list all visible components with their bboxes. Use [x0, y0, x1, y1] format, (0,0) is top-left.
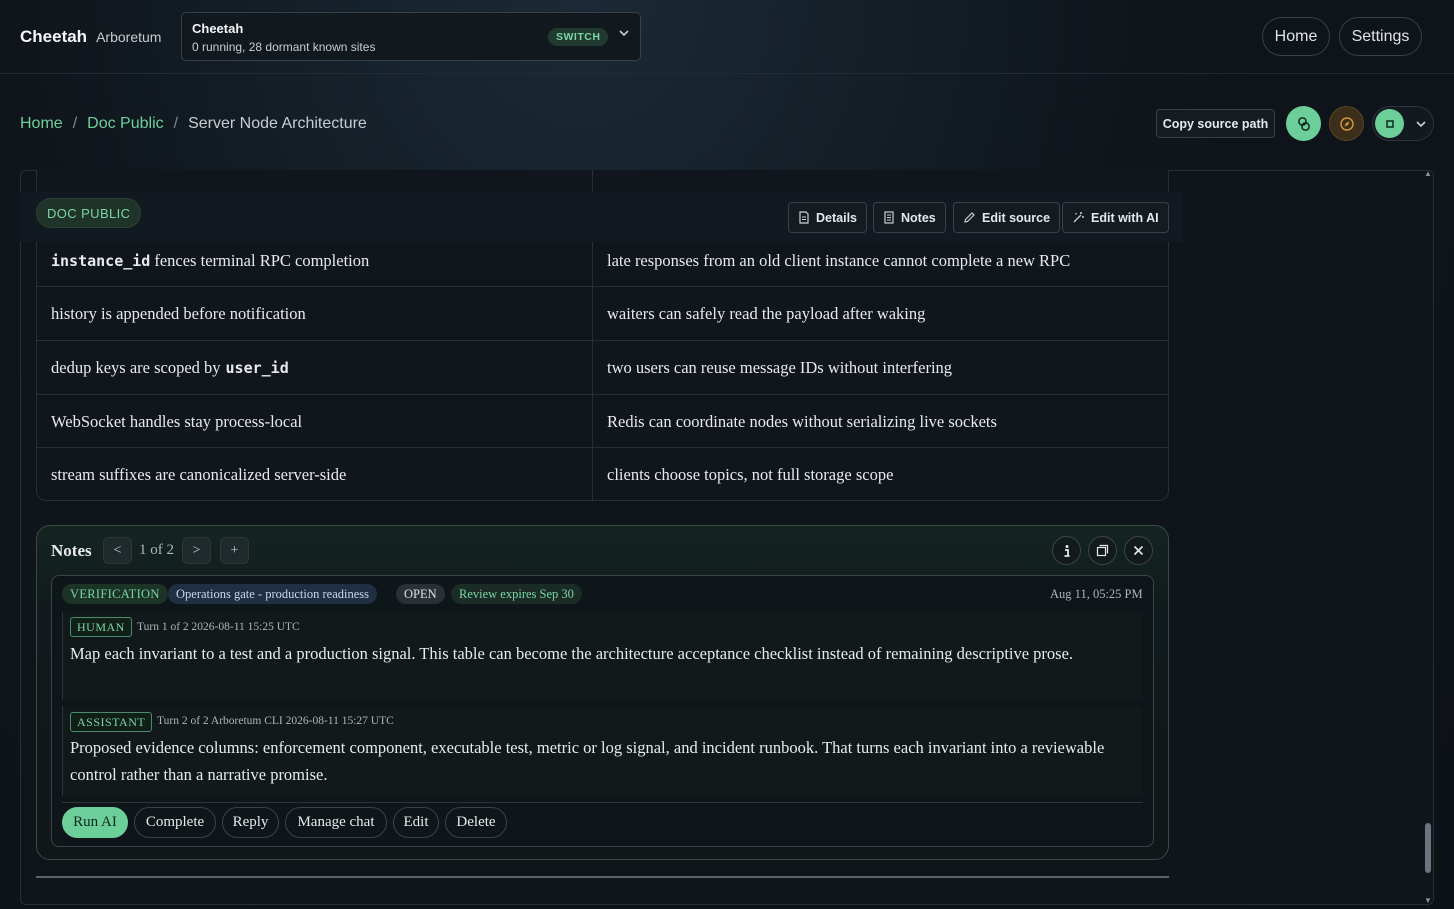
table-cell: waiters can safely read the payload afte…: [607, 303, 926, 323]
table-cell: WebSocket handles stay process-local: [51, 411, 303, 431]
role-tag-human: HUMAN: [70, 617, 132, 637]
table-cell: history is appended before notification: [51, 303, 306, 323]
add-note-button[interactable]: +: [220, 537, 249, 564]
note-pager-text: 1 of 2: [139, 542, 174, 558]
copy-icon[interactable]: [1088, 536, 1117, 565]
run-ai-button[interactable]: Run AI: [62, 807, 128, 838]
site-switcher[interactable]: Cheetah 0 running, 28 dormant known site…: [181, 12, 641, 61]
edit-with-ai-button[interactable]: Edit with AI: [1062, 202, 1169, 233]
note-date: Aug 11, 05:25 PM: [1050, 587, 1143, 601]
details-button[interactable]: Details: [788, 202, 867, 233]
cell-text: dedup keys are scoped by: [51, 357, 221, 377]
scrollbar-thumb[interactable]: [1425, 823, 1431, 873]
role-tag-assistant: ASSISTANT: [70, 712, 153, 732]
table-cell: dedup keys are scoped by user_id: [51, 341, 289, 394]
table-cell: Redis can coordinate nodes without seria…: [607, 411, 997, 431]
previous-note-button[interactable]: <: [103, 537, 132, 564]
brand-subtitle: Arboretum: [96, 29, 162, 45]
table-row: WebSocket handles stay process-local Red…: [36, 394, 1169, 448]
edit-button[interactable]: Edit: [393, 807, 439, 838]
site-status: 0 running, 28 dormant known sites: [192, 40, 376, 54]
inline-code: instance_id: [51, 251, 151, 270]
breadcrumb-doc-public-link[interactable]: Doc Public: [87, 115, 163, 133]
review-expiry-tag: Review expires Sep 30: [451, 584, 582, 604]
verification-tag: VERIFICATION: [62, 584, 168, 604]
turn-text: Proposed evidence columns: enforcement c…: [70, 738, 1105, 784]
table-cell: stream suffixes are canonicalized server…: [51, 464, 347, 484]
compass-icon[interactable]: [1329, 106, 1364, 141]
pencil-icon: [963, 211, 976, 224]
divider: [62, 802, 1143, 803]
breadcrumb: Home / Doc Public / Server Node Architec…: [20, 115, 367, 133]
status-badge: OPEN: [396, 584, 445, 604]
edit-with-ai-label: Edit with AI: [1091, 210, 1159, 225]
link-icon[interactable]: [1286, 106, 1321, 141]
table-cell: two users can reuse message IDs without …: [607, 357, 953, 377]
cell-text: fences terminal RPC completion: [154, 250, 370, 270]
manage-chat-button[interactable]: Manage chat: [285, 807, 387, 838]
notes-button[interactable]: Notes: [873, 202, 946, 233]
brand[interactable]: Cheetah Arboretum: [20, 27, 161, 47]
divider: [36, 876, 1169, 878]
operations-gate-tag[interactable]: Operations gate - production readiness: [168, 584, 377, 604]
notes-title: Notes: [51, 541, 92, 560]
table-cell: clients choose topics, not full storage …: [607, 464, 894, 484]
table-row: dedup keys are scoped by user_id two user…: [36, 340, 1169, 394]
scroll-up-arrow-icon[interactable]: ▲: [1424, 169, 1432, 178]
chevron-down-icon: [1415, 118, 1427, 130]
info-icon[interactable]: [1052, 536, 1081, 565]
edit-source-button[interactable]: Edit source: [953, 202, 1061, 233]
scroll-down-arrow-icon[interactable]: ▼: [1424, 896, 1432, 905]
copy-source-path-button[interactable]: Copy source path: [1156, 109, 1275, 138]
breadcrumb-current: Server Node Architecture: [188, 115, 367, 132]
complete-button[interactable]: Complete: [134, 807, 216, 838]
notes-icon: [883, 211, 895, 224]
nav-settings-button[interactable]: Settings: [1339, 17, 1422, 56]
details-label: Details: [816, 210, 857, 225]
magic-wand-icon: [1072, 211, 1085, 224]
switch-badge[interactable]: SWITCH: [548, 28, 609, 46]
nav-home-button[interactable]: Home: [1262, 17, 1330, 56]
document-icon: [798, 211, 810, 224]
stop-icon: [1375, 109, 1404, 138]
chevron-down-icon[interactable]: [618, 27, 630, 39]
delete-button[interactable]: Delete: [445, 807, 507, 838]
breadcrumb-separator: /: [173, 115, 179, 132]
table-row: stream suffixes are canonicalized server…: [36, 447, 1169, 501]
brand-name: Cheetah: [20, 27, 88, 46]
turn-meta: Turn 1 of 2 2026-08-11 15:25 UTC: [137, 621, 300, 633]
turn-meta: Turn 2 of 2 Arboretum CLI 2026-08-11 15:…: [157, 715, 394, 727]
reply-button[interactable]: Reply: [222, 807, 279, 838]
close-icon[interactable]: [1124, 536, 1153, 565]
inline-code: user_id: [225, 358, 289, 377]
breadcrumb-separator: /: [72, 115, 78, 132]
breadcrumb-home-link[interactable]: Home: [20, 115, 63, 133]
table-row: history is appended before notification …: [36, 286, 1169, 340]
turn-text: Map each invariant to a test and a produ…: [70, 644, 1074, 663]
site-name: Cheetah: [192, 21, 244, 36]
notes-label: Notes: [901, 210, 936, 225]
edit-source-label: Edit source: [982, 210, 1051, 225]
status-menu-button[interactable]: [1372, 106, 1434, 141]
doc-public-badge: DOC PUBLIC: [36, 198, 142, 228]
next-note-button[interactable]: >: [182, 537, 211, 564]
